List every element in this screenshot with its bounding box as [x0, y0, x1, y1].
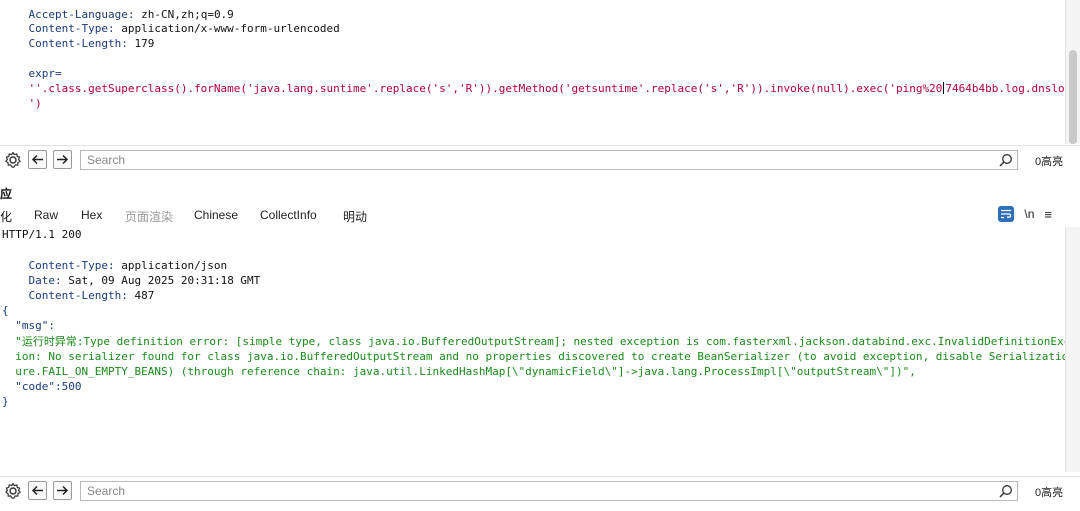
json-close-brace: } — [2, 395, 9, 408]
json-msg-value: ure.FAIL_ON_EMPTY_BEANS) (through refere… — [2, 365, 916, 378]
match-count: 0高亮 — [1035, 156, 1064, 168]
arrow-right-icon — [57, 485, 69, 496]
response-section-title: 应 — [0, 187, 13, 201]
show-newlines-toggle[interactable]: \n — [1024, 207, 1034, 221]
tab-raw[interactable]: Raw — [34, 208, 58, 222]
response-search-input[interactable] — [80, 481, 1018, 501]
response-scrollbar[interactable] — [1065, 227, 1080, 472]
response-tab-bar: 化 Raw Hex 页面渲染 Chinese CollectInfo 明动 \n… — [0, 204, 1066, 226]
wrap-lines-icon[interactable] — [998, 206, 1015, 222]
arrow-left-icon — [31, 485, 43, 496]
previous-match-button[interactable] — [28, 150, 47, 169]
response-status-line: HTTP/1.1 200 — [2, 228, 82, 241]
request-scrollbar[interactable] — [1065, 0, 1080, 144]
arrow-right-icon — [57, 154, 69, 165]
request-body-line: ''.class.getSuperclass().forName('java.l… — [28, 82, 1066, 95]
request-search-input[interactable] — [80, 150, 1018, 170]
menu-icon[interactable]: ≡ — [1044, 207, 1052, 222]
arrow-left-icon — [31, 154, 43, 165]
request-editor[interactable]: Accept-Language: zh-CN,zh;q=0.9 Content-… — [0, 0, 1067, 144]
response-header-line: Content-Length: 487 — [28, 289, 155, 302]
match-count: 0高亮 — [1035, 487, 1064, 499]
request-body-line: ') — [28, 97, 42, 110]
tab-collectinfo[interactable]: CollectInfo — [260, 208, 317, 222]
json-msg-value: ion: No serializer found for class java.… — [2, 350, 1066, 363]
tab-mingdong[interactable]: 明动 — [343, 208, 367, 225]
next-match-button[interactable] — [53, 481, 72, 500]
json-key-msg: "msg": — [2, 319, 55, 332]
settings-gear-icon[interactable] — [4, 482, 22, 500]
tab-hex[interactable]: Hex — [81, 208, 102, 222]
next-match-button[interactable] — [53, 150, 72, 169]
tab-chinese[interactable]: Chinese — [194, 208, 238, 222]
json-code-entry: "code":500 — [2, 380, 82, 393]
response-search-bar: 0高亮 — [0, 476, 1080, 505]
search-icon[interactable] — [999, 484, 1013, 498]
previous-match-button[interactable] — [28, 481, 47, 500]
settings-gear-icon[interactable] — [4, 151, 22, 169]
tab-render[interactable]: 页面渲染 — [125, 208, 173, 225]
response-viewer[interactable]: HTTP/1.1 200 Content-Type: application/j… — [0, 227, 1066, 472]
json-open-brace: { — [2, 304, 9, 317]
request-scrollbar-thumb[interactable] — [1069, 50, 1077, 144]
request-search-bar: 0高亮 — [0, 145, 1080, 174]
json-msg-value: "运行时异常:Type definition error: [simple ty… — [2, 335, 1066, 348]
tab-pretty[interactable]: 化 — [0, 208, 12, 225]
search-icon[interactable] — [999, 153, 1013, 167]
